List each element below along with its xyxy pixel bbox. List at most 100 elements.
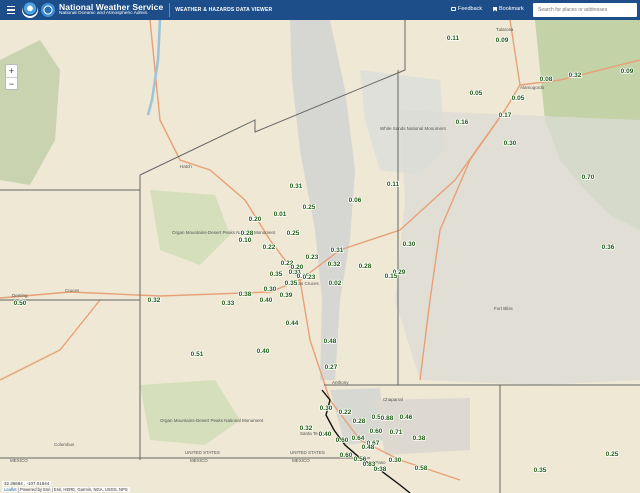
precip-value-label[interactable]: 0.39 [279,291,294,300]
place-label: Las Cruces [296,281,320,286]
attribution-text: | Powered by Esri | Esri, HERE, Garmin, … [16,487,128,492]
precip-value-label[interactable]: 0.50 [13,299,28,308]
place-label: Alamogordo [520,85,545,90]
leaflet-link[interactable]: Leaflet [4,487,17,492]
search-input[interactable] [533,3,637,17]
precip-value-label[interactable]: 0.38 [412,434,427,443]
place-label: Fort Bliss [494,306,514,311]
place-label: Cruces [65,288,80,293]
zoom-in-button[interactable]: + [6,65,17,77]
zoom-control: + − [5,64,18,90]
precip-value-label[interactable]: 0.60 [335,436,350,445]
precip-value-label[interactable]: 0.35 [533,466,548,475]
precip-value-label[interactable]: 0.36 [601,243,616,252]
precip-value-label[interactable]: 0.02 [328,279,343,288]
map-attribution: Leaflet | Powered by Esri | Esri, HERE, … [2,487,130,492]
app-title: WEATHER & HAZARDS DATA VIEWER [175,7,273,13]
place-label: MEXICO [190,458,208,463]
precip-value-label[interactable]: 0.22 [338,408,353,417]
precip-value-label[interactable]: 0.32 [327,260,342,269]
precip-value-label[interactable]: 0.25 [286,229,301,238]
precip-value-label[interactable]: 0.25 [605,450,620,459]
precip-value-label[interactable]: 0.32 [568,71,583,80]
precip-value-label[interactable]: 0.64 [351,434,366,443]
precip-value-label[interactable]: 0.15 [384,272,399,281]
feedback-button[interactable]: Feedback [451,6,482,12]
menu-icon[interactable] [4,0,18,20]
precip-value-label[interactable]: 0.30 [319,404,334,413]
precip-value-label[interactable]: 0.51 [190,350,205,359]
bookmark-button[interactable]: Bookmark [493,6,524,12]
map-view[interactable]: Deming Cruces Hatch Las Cruces White Sands N… [0,20,640,493]
precip-value-label[interactable]: 0.38 [373,465,388,474]
precip-value-label[interactable]: 0.23 [302,273,317,282]
precip-value-label[interactable]: 0.30 [388,456,403,465]
agency-brand: National Weather Service National Oceani… [59,3,163,17]
precip-value-label[interactable]: 0.09 [495,36,510,45]
place-label: UNITED STATES [290,450,325,455]
precip-value-label[interactable]: 0.35 [284,279,299,288]
precip-value-label[interactable]: 0.27 [324,363,339,372]
precip-value-label[interactable]: 0.22 [262,243,277,252]
precip-value-label[interactable]: 0.11 [386,180,400,189]
precip-value-label[interactable]: 0.40 [259,296,274,305]
precip-value-label[interactable]: 0.44 [285,319,300,328]
precip-value-label[interactable]: 0.08 [539,75,554,84]
place-label: Hatch [180,164,192,169]
precip-value-label[interactable]: 0.35 [269,270,284,279]
place-label: MEXICO [10,458,28,463]
precip-value-label[interactable]: 0.48 [323,337,338,346]
basemap[interactable]: Deming Cruces Hatch Las Cruces White Sands N… [0,20,640,493]
precip-value-label[interactable]: 0.88 [380,414,395,423]
precip-value-label[interactable]: 0.20 [248,215,263,224]
precip-value-label[interactable]: 0.32 [147,296,162,305]
feedback-icon [451,7,456,11]
precip-value-label[interactable]: 0.20 [290,263,305,272]
precip-value-label[interactable]: 0.38 [238,290,253,299]
precip-value-label[interactable]: 0.31 [330,246,345,255]
precip-value-label[interactable]: 0.32 [299,424,314,433]
precip-value-label[interactable]: 0.48 [361,443,376,452]
precip-value-label[interactable]: 0.60 [339,451,354,460]
precip-value-label[interactable]: 0.23 [305,253,320,262]
precip-value-label[interactable]: 0.11 [446,34,460,43]
precip-value-label[interactable]: 0.10 [238,236,253,245]
feedback-label: Feedback [458,6,483,12]
precip-value-label[interactable]: 0.30 [402,240,417,249]
precip-value-label[interactable]: 0.05 [469,89,484,98]
precip-value-label[interactable]: 0.30 [503,139,518,148]
place-label: UNITED STATES [185,450,220,455]
place-label: Organ Mountains-Desert Peaks National Mo… [172,230,276,235]
el-paso-urban [375,398,470,455]
precip-value-label[interactable]: 0.25 [302,203,317,212]
nws-logo [41,3,55,17]
precip-value-label[interactable]: 0.46 [399,413,414,422]
precip-value-label[interactable]: 0.33 [221,299,236,308]
precip-value-label[interactable]: 0.05 [511,94,526,103]
precip-value-label[interactable]: 0.70 [581,173,596,182]
precip-value-label[interactable]: 0.28 [352,417,367,426]
precip-value-label[interactable]: 0.28 [240,229,255,238]
precip-value-label[interactable]: 0.17 [498,111,513,120]
bookmark-label: Bookmark [499,6,524,12]
place-label: Columbus [54,442,75,447]
precip-value-label[interactable]: 0.28 [358,262,373,271]
precip-value-label[interactable]: 0.31 [289,182,304,191]
precip-value-label[interactable]: 0.30 [263,285,278,294]
coordinate-readout: 32.36684 , -107.01844 [2,481,52,486]
precip-value-label[interactable]: 0.40 [256,347,271,356]
precip-value-label[interactable]: 0.09 [620,67,635,76]
precip-value-label[interactable]: 0.40 [318,430,333,439]
precip-value-label[interactable]: 0.58 [414,464,429,473]
top-header: National Weather Service National Oceani… [0,0,640,20]
precip-value-label[interactable]: 0.60 [369,427,384,436]
precip-value-label[interactable]: 0.06 [348,196,363,205]
place-label: Chaparral [383,397,403,402]
precip-value-label[interactable]: 0.16 [455,118,470,127]
place-label: White Sands National Monument [380,126,447,131]
precip-value-label[interactable]: 0.01 [273,210,288,219]
precip-value-label[interactable]: 0.71 [389,428,404,437]
zoom-out-button[interactable]: − [6,77,17,89]
agency-subtitle: National Oceanic and Atmospheric Admin. [59,11,149,17]
place-label: Tularosa [496,27,514,32]
